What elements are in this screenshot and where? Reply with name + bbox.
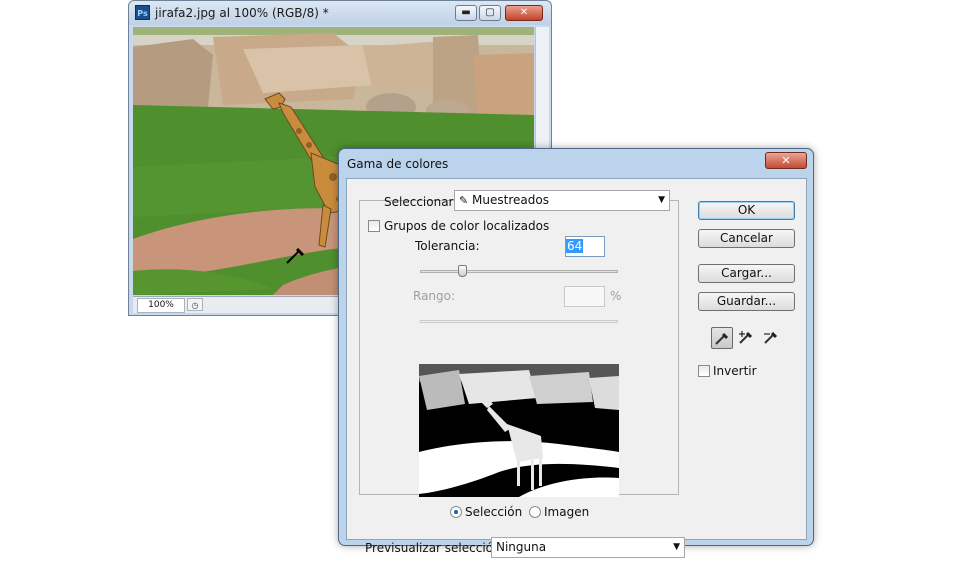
range-slider-track [420,320,618,323]
selection-radio-label: Selección [465,505,523,519]
localized-color-label: Grupos de color localizados [384,219,550,233]
radio-selected-dot [454,510,458,514]
range-label: Rango: [413,289,456,303]
selection-preview[interactable] [419,364,619,497]
image-radio[interactable] [529,506,541,518]
range-input[interactable] [564,286,605,307]
dialog-body: Seleccionar: ✎ Muestreados ▼ Grupos de c… [346,178,807,558]
save-button[interactable]: Guardar... [698,292,795,311]
preview-select-value: Ninguna [496,540,547,554]
tolerance-slider-thumb[interactable] [458,265,467,277]
ok-button[interactable]: OK [698,201,795,220]
tolerance-value: 64 [566,239,584,253]
tolerance-label: Tolerancia: [415,239,480,253]
localized-color-checkbox[interactable] [368,220,380,232]
maximize-button[interactable]: ▢ [479,5,501,21]
eyedropper-icon [715,332,729,345]
document-close-button[interactable]: ✕ [505,5,543,21]
subtract-from-sample-button[interactable] [761,327,783,349]
chevron-down-icon: ▼ [658,195,665,205]
load-button[interactable]: Cargar... [698,264,795,283]
eyedropper-plus-icon [739,331,753,344]
minimize-button[interactable]: ▬ [455,5,477,21]
cancel-button[interactable]: Cancelar [698,229,795,248]
select-value: Muestreados [472,193,549,207]
document-title: jirafa2.jpg al 100% (RGB/8) * [155,6,329,20]
selection-radio[interactable] [450,506,462,518]
photoshop-icon: Ps [135,5,150,20]
invert-label: Invertir [713,364,757,378]
dialog-close-button[interactable]: ✕ [765,152,807,169]
image-radio-label: Imagen [544,505,590,519]
tolerance-slider-track[interactable] [420,270,618,273]
invert-checkbox[interactable] [698,365,710,377]
range-unit: % [610,289,622,303]
eyedropper-icon: ✎ [459,194,469,207]
select-combo[interactable]: ✎ Muestreados ▼ [454,190,670,211]
eyedropper-minus-icon [764,331,778,344]
tolerance-input[interactable]: 64 [565,236,605,257]
select-label: Seleccionar: [384,195,458,209]
selection-preview-image [419,364,619,497]
color-range-dialog: Gama de colores ✕ Seleccionar: ✎ Muestre… [338,148,814,558]
preview-select-label: Previsualizar selección: [365,541,505,555]
add-to-sample-button[interactable] [736,327,758,349]
document-title-bar[interactable]: Ps jirafa2.jpg al 100% (RGB/8) * ▬ ▢ ✕ [129,1,551,25]
dialog-title: Gama de colores [347,157,449,171]
zoom-field[interactable]: 100% [137,298,185,313]
eyedropper-tool-button[interactable] [711,327,733,349]
status-menu-icon[interactable]: ◷ [187,298,203,311]
chevron-down-icon: ▼ [673,542,680,552]
preview-select-combo[interactable]: Ninguna ▼ [491,537,685,558]
